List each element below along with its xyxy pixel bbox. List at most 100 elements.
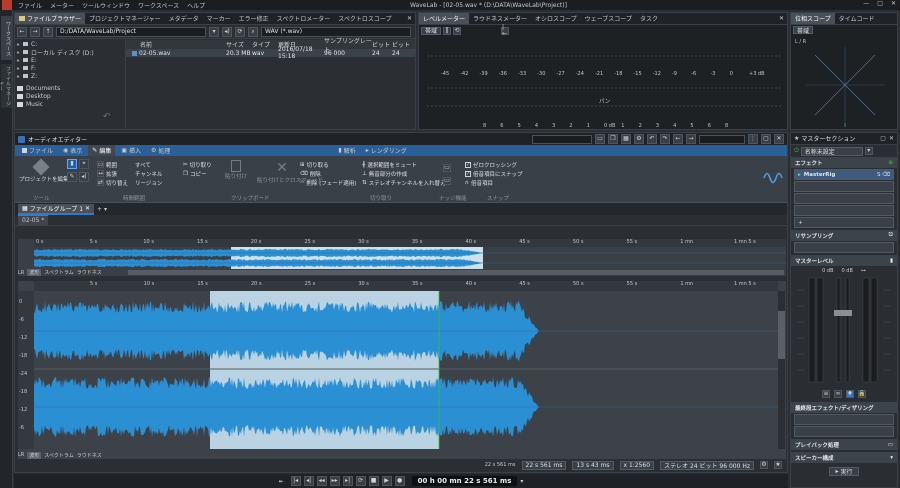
stop-icon[interactable]: ■ (368, 476, 379, 486)
search-icon[interactable]: ⌕ (248, 26, 258, 37)
effect-slot[interactable] (794, 193, 894, 204)
time-dropdown-icon[interactable]: ▾ (520, 478, 523, 485)
path-dropdown-icon[interactable]: ▾ (209, 26, 219, 37)
undo-icon[interactable]: ↶ (103, 112, 111, 122)
nudge-left-icon[interactable]: ▭ (443, 164, 451, 172)
tab-waveform[interactable]: 波形 (27, 451, 42, 459)
mode-button[interactable]: 帯域 (793, 26, 814, 35)
rewind-icon[interactable]: ◂◂ (316, 476, 327, 486)
col-size[interactable]: サイズ (226, 40, 252, 49)
speaker-icon[interactable]: ◂) (222, 26, 232, 37)
tab-waveform[interactable]: 波形 (27, 269, 42, 276)
tab-spectrum[interactable]: スペクトラム (44, 269, 74, 276)
up-icon[interactable]: ↑ (43, 26, 53, 37)
minimize-icon[interactable]: — (863, 0, 869, 7)
status-zoom[interactable]: x 1:2560 (619, 460, 655, 470)
add-tab-icon[interactable]: + ▾ (97, 206, 107, 213)
maximize-icon[interactable]: □ (877, 0, 883, 7)
link-icon[interactable]: ∞ (834, 390, 842, 398)
select-region[interactable]: リージョン (135, 178, 162, 187)
vtab-workspace[interactable]: ワークスペース (1, 16, 12, 60)
tree-item[interactable]: Documents (26, 85, 60, 92)
power-icon[interactable]: ⏻ (794, 147, 799, 155)
tab-file-browser[interactable]: ファイルブラウザー (15, 13, 86, 24)
link-icon[interactable]: ⊶ (861, 268, 866, 274)
tab-wavescope[interactable]: ウェーブスコープ (581, 13, 636, 24)
tab-spectroscope[interactable]: スペクトロスコープ (334, 13, 395, 24)
prev-marker-icon[interactable]: ◂| (303, 476, 314, 486)
select-channel[interactable]: チャンネル (135, 169, 162, 178)
col-type[interactable]: タイプ (252, 40, 278, 49)
mode-button[interactable]: 帯域 (421, 26, 442, 35)
forward-icon[interactable]: → (686, 134, 696, 144)
nudge-right-icon[interactable]: ▭ (443, 177, 451, 185)
close-icon[interactable]: ✕ (774, 134, 784, 144)
forward-icon[interactable]: → (30, 26, 40, 37)
ribbon-tab-process[interactable]: ⚙ 処理 (147, 145, 174, 156)
panel-close-icon[interactable]: ✕ (407, 15, 415, 22)
star-icon[interactable]: ★ (774, 461, 782, 469)
effect-slot[interactable]: ▸ MasterRig S ⌫ (794, 169, 894, 180)
next-marker-icon[interactable]: ▸| (342, 476, 353, 486)
tab-loudness[interactable]: ラウドネス (77, 452, 102, 459)
mono-icon[interactable]: ≡ (822, 390, 830, 398)
copy-icon[interactable]: ❐ (608, 134, 618, 144)
menu-workspace[interactable]: ワークスペース (138, 1, 179, 10)
status-format[interactable]: ステレオ 24 ビット 96 000 Hz (660, 460, 754, 470)
ribbon-tab-file[interactable]: ファイル (18, 145, 57, 156)
col-name[interactable]: 名前 (126, 40, 226, 49)
tab-close-icon[interactable]: ✕ (85, 205, 90, 212)
path-field[interactable]: D:/DATA/WaveLab/Project (56, 26, 206, 37)
render-button[interactable]: ▸ 実行 (828, 466, 860, 476)
menu-meter[interactable]: メーター (50, 1, 74, 10)
effect-slot[interactable] (794, 181, 894, 192)
tab-error-correction[interactable]: エラー修正 (235, 13, 273, 24)
final-slot[interactable] (794, 426, 894, 437)
back-icon[interactable]: ← (17, 26, 27, 37)
preset-select[interactable] (532, 134, 592, 144)
status-sel-start[interactable]: 22 s 561 ms (521, 460, 567, 470)
tab-markers[interactable]: マーカー (203, 13, 235, 24)
forward-icon[interactable]: ▸▸ (329, 476, 340, 486)
refresh-icon[interactable]: ⟳ (235, 26, 245, 37)
tab-spectrometer[interactable]: スペクトロメーター (273, 13, 335, 24)
insert-icon[interactable]: |← (501, 24, 510, 36)
lock-icon[interactable]: 🔒 (858, 390, 866, 398)
pencil-tool-icon[interactable]: ✎ (67, 172, 77, 182)
tab-loudness[interactable]: ラウドネス (77, 269, 102, 276)
dither-icon[interactable]: ♦ (846, 390, 854, 398)
settings-icon[interactable]: ⚙ (634, 134, 644, 144)
pause-icon[interactable]: ‖ (443, 26, 452, 35)
effect-slot[interactable] (794, 205, 894, 216)
preset-menu-icon[interactable]: ▾ (864, 147, 873, 155)
tree-item[interactable]: C: (31, 41, 37, 48)
lr-toggle[interactable]: LR (18, 452, 24, 458)
loop-icon[interactable]: ↞ (279, 478, 284, 485)
window-icon[interactable]: ▢ (880, 135, 886, 142)
settings-icon[interactable]: ⚙ (760, 461, 768, 469)
select-all[interactable]: すべて (135, 160, 151, 169)
tab-timecode[interactable]: タイムコード (835, 13, 879, 24)
window-icon[interactable]: ▢ (761, 134, 771, 144)
transport-time[interactable]: 00 h 00 mn 22 s 561 ms (411, 476, 518, 486)
menu-file[interactable]: ファイル (18, 1, 42, 10)
harmonics-item[interactable]: ∩ 倍音項目 (465, 178, 545, 187)
ribbon-tab-render[interactable]: ▸ レンダリング (362, 145, 411, 156)
mute-selection-button[interactable]: ╫ 選択範囲をミュート (362, 160, 417, 169)
tab-tasks[interactable]: タスク (636, 13, 662, 24)
tree-item[interactable]: E: (31, 57, 37, 64)
swap-channels-button[interactable]: ⇅ ステレオチャンネルを入れ替え (362, 178, 445, 187)
record-icon[interactable]: ● (394, 476, 405, 486)
options-icon[interactable]: ⋮ (748, 134, 758, 144)
range-tool-icon[interactable]: ▮ (67, 159, 77, 169)
tree-item[interactable]: Music (26, 101, 43, 108)
tree-item[interactable]: Z: (31, 73, 37, 80)
close-icon[interactable]: ✕ (891, 0, 896, 7)
redo-icon[interactable]: ↷ (660, 134, 670, 144)
close-icon[interactable]: ✕ (889, 135, 894, 142)
cursor-tool-icon[interactable]: ⌖ (78, 159, 89, 169)
overview-scrollbar[interactable] (128, 270, 784, 275)
col-bits[interactable]: ビット (372, 40, 392, 49)
loop-mode-icon[interactable]: ⟳ (355, 476, 366, 486)
zero-crossing-toggle[interactable]: ✓ ゼロクロッシング (465, 160, 545, 169)
